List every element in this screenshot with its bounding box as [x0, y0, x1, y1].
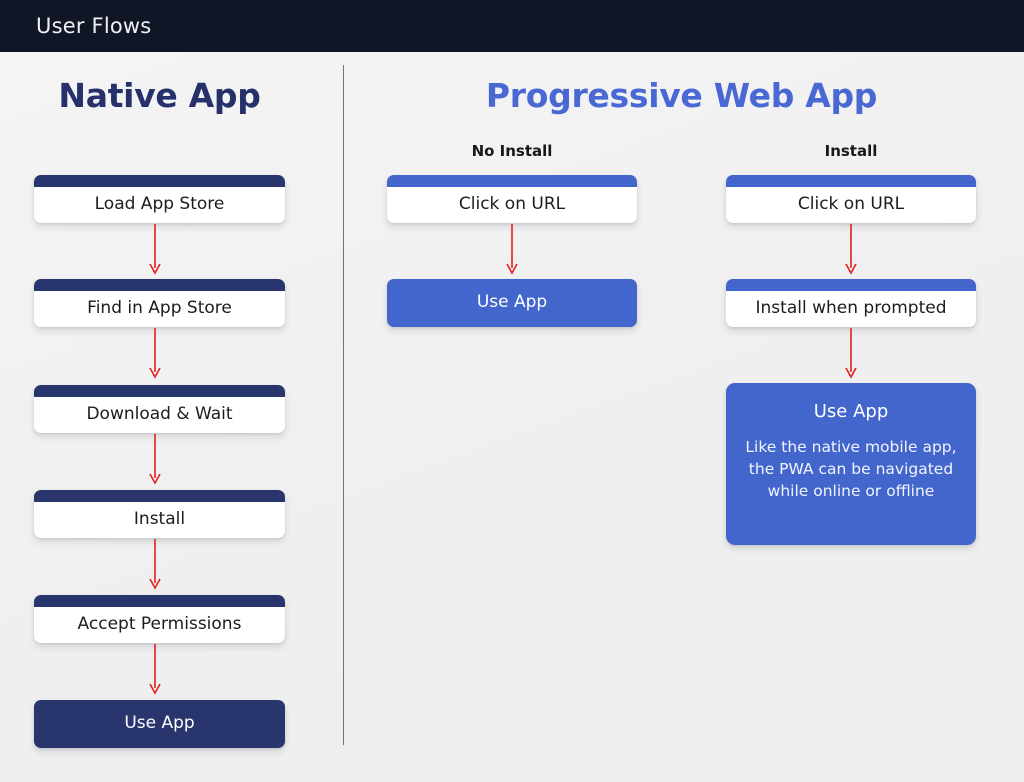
flow-node-use-app-native[interactable]: Use App [34, 700, 285, 748]
diagram-canvas: Native App Progressive Web App No Instal… [0, 52, 1024, 782]
node-cap [726, 279, 976, 291]
arrow-native-2 [147, 328, 163, 380]
node-cap [34, 279, 285, 291]
node-cap [34, 175, 285, 187]
flow-node-download-and-wait[interactable]: Download & Wait [34, 385, 285, 433]
node-cap [34, 385, 285, 397]
arrow-install-1 [843, 224, 859, 276]
flow-node-label: Use App [476, 292, 548, 313]
arrow-no-install-1 [504, 224, 520, 276]
branch-title-no-install: No Install [471, 142, 553, 160]
flow-node-accept-permissions[interactable]: Accept Permissions [34, 595, 285, 643]
flow-node-find-in-app-store[interactable]: Find in App Store [34, 279, 285, 327]
flow-node-label: Load App Store [94, 194, 225, 215]
flow-node-use-app-install[interactable]: Use App Like the native mobile app, the … [726, 383, 976, 545]
arrow-native-4 [147, 539, 163, 591]
branch-title-install: Install [824, 142, 878, 160]
node-cap [726, 175, 976, 187]
arrow-install-2 [843, 328, 859, 380]
arrow-native-3 [147, 434, 163, 486]
flow-node-label: Click on URL [797, 194, 905, 215]
app-header: User Flows [0, 0, 1024, 52]
arrow-native-1 [147, 224, 163, 276]
flow-node-description: Like the native mobile app, the PWA can … [745, 438, 957, 500]
flow-node-install[interactable]: Install [34, 490, 285, 538]
flow-node-label: Install [133, 509, 186, 530]
flow-node-label: Accept Permissions [77, 614, 242, 635]
node-cap [387, 175, 637, 187]
column-divider [343, 65, 344, 745]
flow-node-label: Install when prompted [755, 298, 947, 319]
native-app-column-title: Native App [58, 76, 261, 115]
flow-node-install-when-prompted[interactable]: Install when prompted [726, 279, 976, 327]
flow-node-label: Click on URL [458, 194, 566, 215]
node-cap [34, 595, 285, 607]
flow-node-label: Find in App Store [87, 298, 232, 319]
flow-node-load-app-store[interactable]: Load App Store [34, 175, 285, 223]
flow-node-click-on-url-no-install[interactable]: Click on URL [387, 175, 637, 223]
node-cap [34, 490, 285, 502]
page-title: User Flows [36, 14, 152, 38]
flow-node-click-on-url-install[interactable]: Click on URL [726, 175, 976, 223]
arrow-native-5 [147, 644, 163, 696]
flow-node-label: Use App [813, 401, 889, 422]
flow-node-label: Use App [124, 713, 195, 734]
flow-node-use-app-no-install[interactable]: Use App [387, 279, 637, 327]
pwa-column-title: Progressive Web App [485, 76, 878, 115]
flow-node-label: Download & Wait [86, 404, 233, 425]
